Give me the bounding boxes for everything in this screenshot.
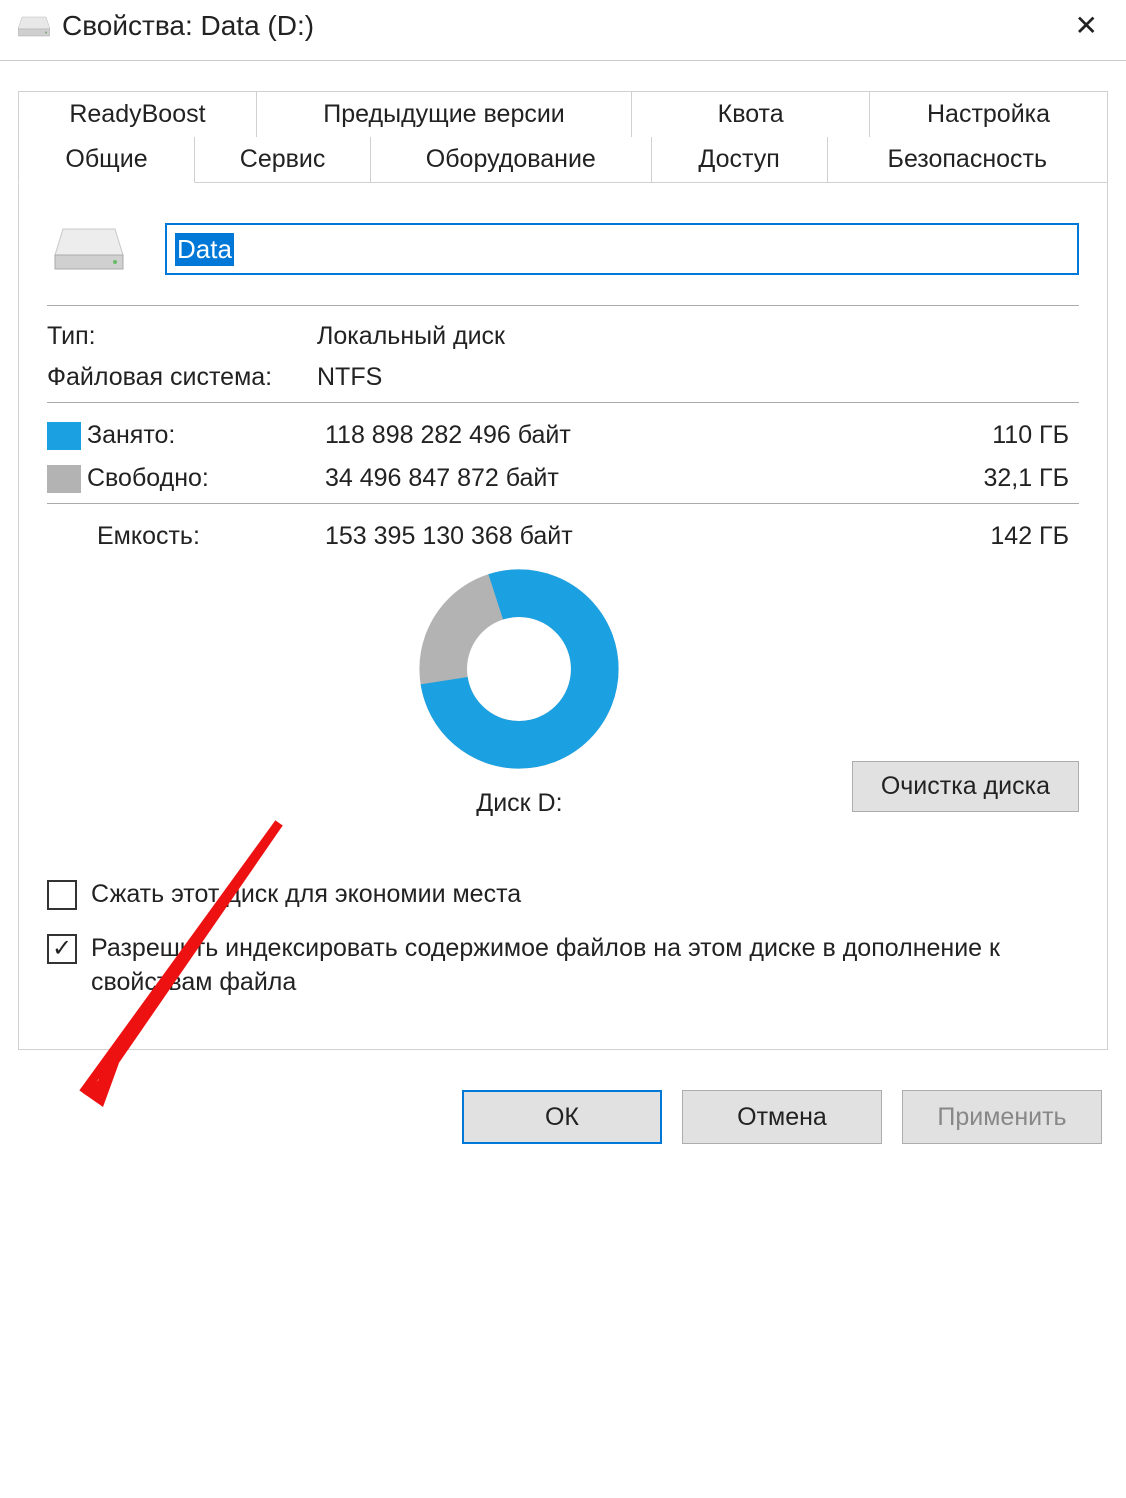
tab-readyboost[interactable]: ReadyBoost [18, 91, 257, 138]
free-label: Свободно: [87, 464, 297, 493]
tab-tools[interactable]: Сервис [195, 137, 371, 183]
filesystem-label: Файловая система: [47, 363, 317, 392]
annotation-arrow-icon [49, 813, 309, 1123]
used-label: Занято: [87, 421, 297, 450]
free-gb: 32,1 ГБ [929, 464, 1079, 493]
tab-strip: ReadyBoost Предыдущие версии Квота Настр… [18, 91, 1108, 183]
drive-icon [18, 15, 50, 37]
titlebar: Свойства: Data (D:) ✕ [0, 0, 1126, 60]
tab-quota[interactable]: Квота [632, 91, 870, 138]
tab-general[interactable]: Общие [18, 137, 195, 183]
type-label: Тип: [47, 322, 317, 351]
tab-sharing[interactable]: Доступ [652, 137, 828, 183]
general-panel: Data Тип: Локальный диск Файловая систем… [18, 183, 1108, 1050]
tab-previous-versions[interactable]: Предыдущие версии [257, 91, 632, 138]
drive-icon-large [53, 225, 125, 273]
tab-customize[interactable]: Настройка [870, 91, 1108, 138]
capacity-label: Емкость: [47, 522, 297, 551]
tab-security[interactable]: Безопасность [828, 137, 1108, 183]
filesystem-value: NTFS [317, 363, 1079, 392]
used-gb: 110 ГБ [929, 421, 1079, 450]
used-bytes: 118 898 282 496 байт [297, 421, 929, 450]
free-bytes: 34 496 847 872 байт [297, 464, 929, 493]
apply-button[interactable]: Применить [902, 1090, 1102, 1144]
window-title: Свойства: Data (D:) [62, 10, 1067, 42]
type-value: Локальный диск [317, 322, 1079, 351]
capacity-gb: 142 ГБ [929, 522, 1079, 551]
usage-donut-chart [419, 569, 619, 769]
cancel-button[interactable]: Отмена [682, 1090, 882, 1144]
ok-button[interactable]: ОК [462, 1090, 662, 1144]
used-swatch-icon [47, 422, 81, 450]
disk-label: Диск D: [476, 789, 562, 818]
volume-name-value: Data [175, 233, 234, 266]
tab-hardware[interactable]: Оборудование [371, 137, 651, 183]
volume-name-input[interactable]: Data [165, 223, 1079, 275]
close-icon[interactable]: ✕ [1067, 12, 1106, 40]
free-swatch-icon [47, 465, 81, 493]
capacity-bytes: 153 395 130 368 байт [297, 522, 929, 551]
disk-cleanup-button[interactable]: Очистка диска [852, 761, 1079, 812]
